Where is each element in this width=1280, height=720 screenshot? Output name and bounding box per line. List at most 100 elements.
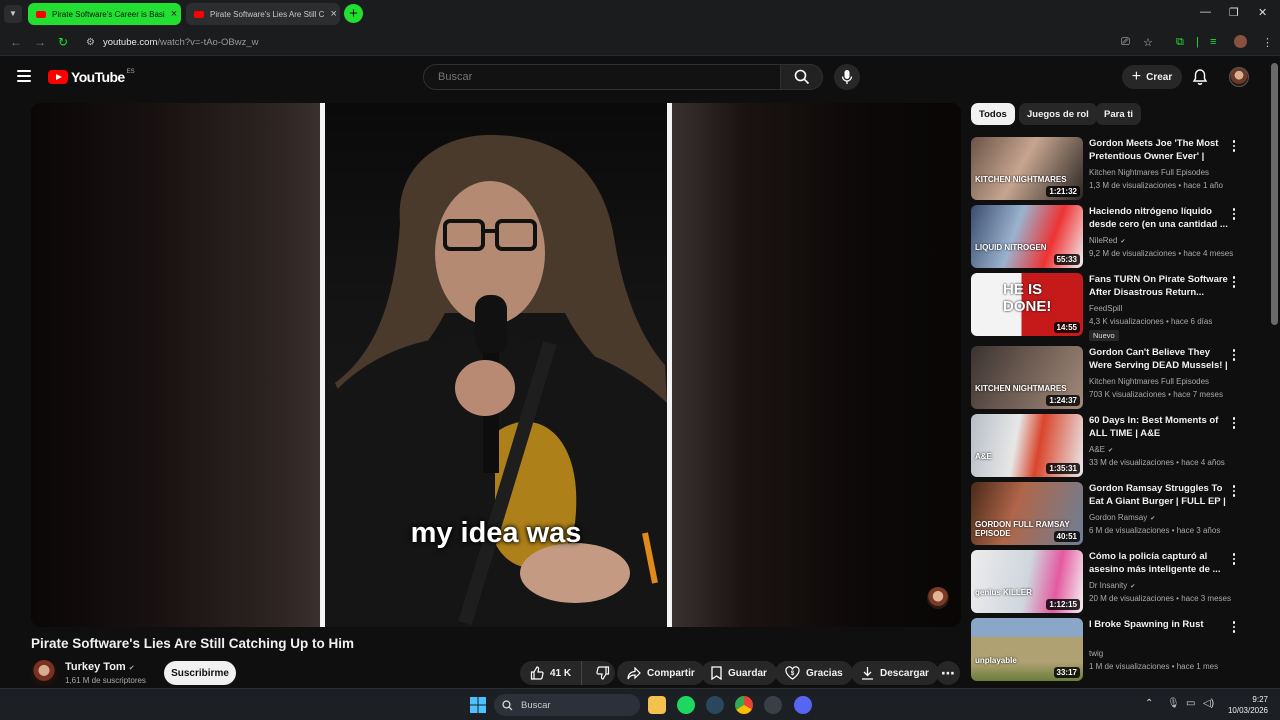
cast-icon[interactable]: ⎚ [1121,36,1130,49]
file-explorer-icon[interactable] [648,696,666,714]
rec-channel-row[interactable]: NileRed ✔ [1089,236,1126,245]
rec-item[interactable]: KITCHEN NIGHTMARES 1:21:32 Gordon Meets Jo… [971,137,1261,201]
rec-title[interactable]: Cómo la policía capturó al asesino más i… [1089,550,1235,576]
volume-icon[interactable]: ◁) [1203,698,1214,709]
chrome-icon[interactable] [735,696,753,714]
share-button[interactable]: Compartir [617,661,705,685]
rec-title[interactable]: Haciendo nitrógeno líquido desde cero (e… [1089,205,1235,231]
youtube-logo[interactable]: YouTube ES [48,69,135,85]
browser-menu-icon[interactable]: ⋮ [1262,36,1273,49]
channel-watermark[interactable] [927,587,949,609]
chip-for-you[interactable]: Para ti [1096,103,1142,125]
tab-close-icon[interactable]: × [324,8,336,20]
more-vertical-icon[interactable] [1232,276,1236,288]
rec-thumbnail[interactable]: GORDON FULL RAMSAY EPISODE 40:51 [971,482,1083,545]
rec-thumbnail[interactable]: unplayable 33:17 [971,618,1083,681]
rec-item[interactable]: GORDON FULL RAMSAY EPISODE 40:51 Gordon Ra… [971,482,1261,546]
chip-role-playing[interactable]: Juegos de rol [1019,103,1097,125]
rec-thumbnail[interactable]: KITCHEN NIGHTMARES 1:21:32 [971,137,1083,200]
voice-search-button[interactable] [834,64,860,90]
rec-channel-row[interactable]: A&E ✔ [1089,445,1113,454]
rec-thumbnail[interactable]: KITCHEN NIGHTMARES 1:24:37 [971,346,1083,409]
rec-title[interactable]: Gordon Ramsay Struggles To Eat A Giant B… [1089,482,1235,508]
page-scrollbar-thumb[interactable] [1271,63,1278,325]
more-actions-button[interactable]: ⋯ [936,661,960,685]
window-close-icon[interactable]: ✕ [1258,6,1267,19]
more-vertical-icon[interactable] [1232,417,1236,429]
url-field[interactable]: ⚙ youtube.com/watch?v=-tAo-OBwz_w [80,32,1080,53]
bookmark-star-icon[interactable]: ☆ [1143,36,1153,49]
extensions-icon[interactable]: ⧉ [1176,36,1184,49]
more-vertical-icon[interactable] [1232,349,1236,361]
rec-channel-row[interactable]: Kitchen Nightmares Full Episodes [1089,168,1209,177]
minimize-icon[interactable]: — [1200,6,1211,18]
notifications-bell-icon[interactable] [1192,68,1208,86]
rec-item[interactable]: genius KILLER 1:12:15 Cómo la policía capt… [971,550,1261,614]
rec-item[interactable]: unplayable 33:17 I Broke Spawning in Rust t… [971,618,1261,682]
tray-chevron-up-icon[interactable]: ⌃ [1145,698,1153,709]
account-avatar[interactable] [1229,67,1249,87]
media-controls-icon[interactable]: ≡ [1210,36,1216,48]
rec-channel-row[interactable]: twig [1089,649,1103,658]
back-arrow-icon[interactable]: ← [10,35,22,49]
tab-search-chevron-icon[interactable]: ▼ [4,5,22,23]
rec-channel-row[interactable]: FeedSpill [1089,304,1122,313]
search-input[interactable] [423,64,781,90]
video-player[interactable]: my idea was [31,103,961,627]
system-clock[interactable]: 9:27 10/03/2026 [1224,694,1268,716]
browser-tab-2[interactable]: Pirate Software's Lies Are Still C × [186,3,340,25]
thanks-button[interactable]: $ Gracias [775,661,853,685]
more-vertical-icon[interactable] [1232,553,1236,565]
rec-title[interactable]: 60 Days In: Best Moments of ALL TIME | A… [1089,414,1235,440]
rec-item[interactable]: LIQUID NITROGEN 55:33 Haciendo nitrógeno l… [971,205,1261,269]
site-settings-icon[interactable]: ⚙ [86,37,95,48]
guide-menu-icon[interactable] [17,70,31,82]
network-icon[interactable]: ▭ [1186,698,1195,709]
more-vertical-icon[interactable] [1232,485,1236,497]
rec-title[interactable]: Fans TURN On Pirate Software After Disas… [1089,273,1235,299]
more-vertical-icon[interactable] [1232,140,1236,152]
channel-avatar[interactable] [31,660,57,686]
new-tab-button[interactable]: + [344,4,363,23]
app-icon[interactable] [764,696,782,714]
rec-item[interactable]: A&E 1:35:31 60 Days In: Best Moments of AL… [971,414,1261,478]
rec-title[interactable]: Gordon Meets Joe 'The Most Pretentious O… [1089,137,1235,163]
channel-name-row[interactable]: Turkey Tom ✔ [65,661,135,673]
steam-icon[interactable] [706,696,724,714]
rec-title[interactable]: Gordon Can't Believe They Were Serving D… [1089,346,1235,372]
like-button[interactable]: 41 K [520,661,583,685]
profile-icon[interactable] [1234,35,1247,48]
thumbnail-text: A&E [975,452,992,461]
rec-item[interactable]: KITCHEN NIGHTMARES 1:24:37 Gordon Can't Be… [971,346,1261,410]
rec-item[interactable]: HE IS DONE! 14:55 Fans TURN On Pirate Soft… [971,273,1261,341]
rec-thumbnail[interactable]: HE IS DONE! 14:55 [971,273,1083,336]
clock-date: 10/03/2026 [1227,706,1268,715]
spotify-icon[interactable] [677,696,695,714]
create-button[interactable]: + Crear [1122,65,1182,89]
rec-title[interactable]: I Broke Spawning in Rust [1089,618,1235,644]
rec-thumbnail[interactable]: LIQUID NITROGEN 55:33 [971,205,1083,268]
rec-thumbnail[interactable]: A&E 1:35:31 [971,414,1083,477]
download-button[interactable]: Descargar [851,661,939,685]
rec-channel-row[interactable]: Kitchen Nightmares Full Episodes [1089,377,1209,386]
rec-thumbnail[interactable]: genius KILLER 1:12:15 [971,550,1083,613]
clock-time: 9:27 [1252,695,1268,704]
search-button[interactable] [781,64,823,90]
more-vertical-icon[interactable] [1232,621,1236,633]
rec-channel-row[interactable]: Dr Insanity ✔ [1089,581,1135,590]
save-button[interactable]: Guardar [701,661,777,685]
browser-tab-1[interactable]: Pirate Software's Career is Basi × [28,3,181,25]
forward-arrow-icon[interactable]: → [34,35,46,49]
more-vertical-icon[interactable] [1232,208,1236,220]
chip-all[interactable]: Todos [971,103,1015,125]
microphone-tray-icon[interactable]: 🎙︎ [1167,698,1180,709]
tab-close-icon[interactable]: × [165,8,177,20]
reload-icon[interactable]: ↻ [58,35,68,49]
discord-icon[interactable] [794,696,812,714]
maximize-icon[interactable]: ❐ [1229,6,1239,19]
subscribe-button[interactable]: Suscribirme [164,661,236,685]
dislike-button[interactable] [588,666,618,680]
taskbar-search[interactable]: Buscar [494,694,640,716]
windows-start-icon[interactable] [469,696,487,714]
rec-channel-row[interactable]: Gordon Ramsay ✔ [1089,513,1155,522]
